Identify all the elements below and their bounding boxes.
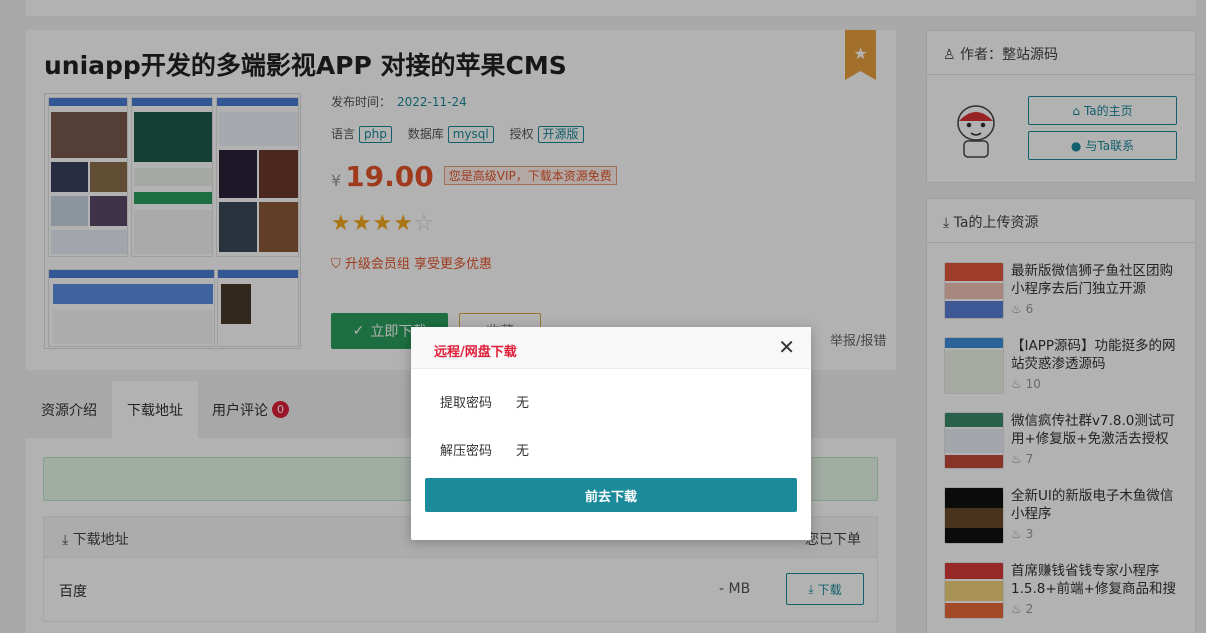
- modal-title: 远程/网盘下载: [434, 345, 517, 360]
- close-icon[interactable]: ✕: [778, 337, 795, 357]
- extract-password-row: 提取密码无: [440, 396, 530, 411]
- unzip-password-row: 解压密码无: [440, 444, 530, 459]
- go-download-button[interactable]: 前去下载: [425, 478, 797, 512]
- modal-header: 远程/网盘下载 ✕: [411, 327, 811, 369]
- download-modal: 远程/网盘下载 ✕ 提取密码无 解压密码无 前去下载: [411, 327, 811, 540]
